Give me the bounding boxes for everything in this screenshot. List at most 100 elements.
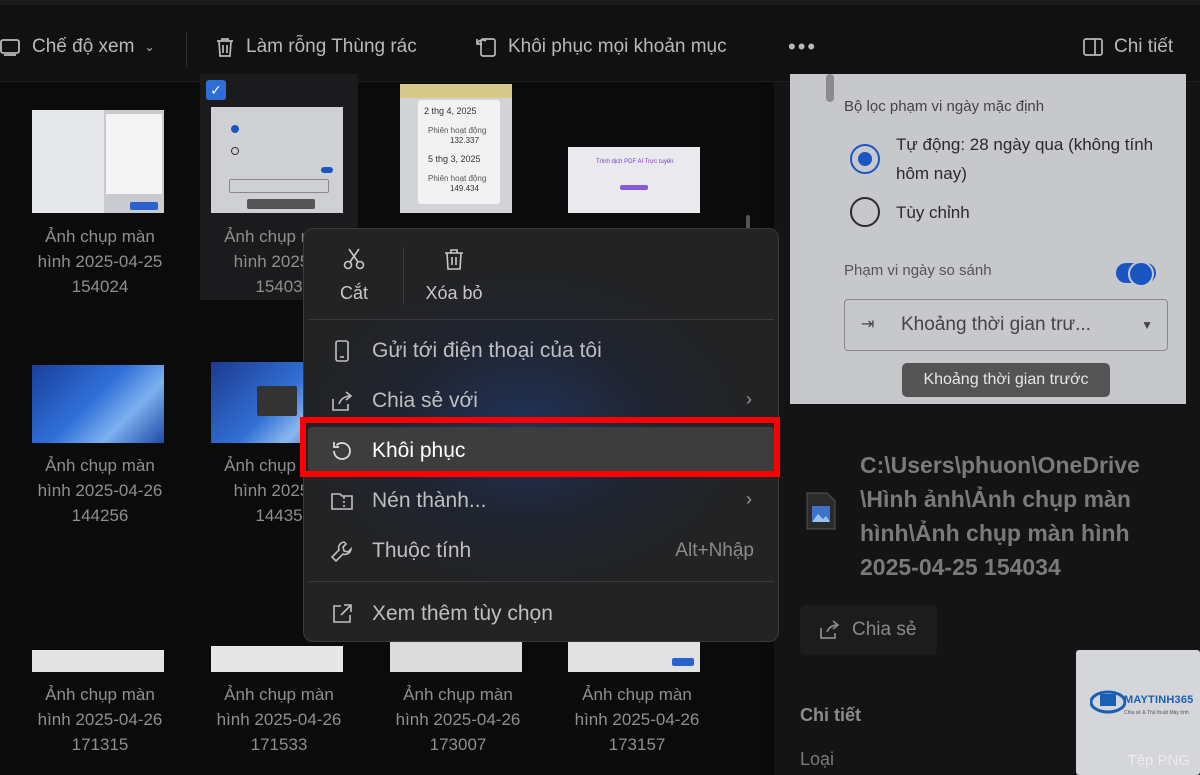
file-name: Ảnh chụp màn hình 2025-04-25 154024 — [0, 224, 200, 299]
delete-label: Xóa bỏ — [425, 283, 483, 303]
restore-all-label: Khôi phục mọi khoản mục — [508, 36, 727, 57]
menu-item-compress[interactable]: Nén thành... › — [308, 477, 774, 525]
radio-auto — [850, 144, 880, 174]
file-name: Ảnh chụp màn hình 2025-04-26 144256 — [0, 453, 200, 528]
watermark-logo: MAYTINH365 Chia sẻ & Thủ thuật Máy tính … — [1076, 650, 1200, 775]
thumb-text: 149.434 — [450, 184, 479, 193]
caption-line: hình 2025-04-26 — [395, 710, 521, 729]
caret-down-icon: ▼ — [1141, 318, 1153, 332]
path-line: C:\Users\phuon\OneDrive — [860, 452, 1140, 478]
file-name: Ảnh chụp màn hình 2025-04-26 173157 — [537, 682, 737, 757]
details-heading: Chi tiết — [800, 705, 861, 725]
menu-item-label: Thuộc tính — [372, 539, 472, 562]
file-name: Ảnh chụp màn hình 2025-04-26 173007 — [358, 682, 558, 757]
empty-bin-button[interactable]: Làm rỗng Thùng rác — [214, 30, 417, 64]
caption-line: Ảnh chụp màn — [45, 456, 155, 475]
cut-button[interactable]: Cắt — [314, 247, 394, 304]
type-label: Loại — [800, 749, 835, 769]
path-line: \Hình ảnh\Ảnh chụp màn — [860, 486, 1131, 512]
view-mode-icon — [0, 39, 20, 56]
share-button[interactable]: Chia sẻ — [800, 605, 937, 655]
compare-arrows-icon: ⇥ — [861, 316, 875, 333]
menu-divider — [308, 581, 774, 582]
share-label: Chia sẻ — [852, 619, 917, 640]
empty-bin-label: Làm rỗng Thùng rác — [246, 36, 417, 57]
caption-line: 173157 — [608, 735, 666, 754]
file-preview: Bộ lọc phạm vi ngày mặc định Tự động: 28… — [790, 74, 1186, 404]
preview-scrollbar — [826, 74, 834, 102]
menu-divider — [308, 319, 774, 320]
caption-line: Ảnh chụp màn — [45, 685, 155, 704]
zip-folder-icon — [331, 493, 353, 510]
trash-icon — [445, 249, 463, 270]
menu-item-label: Chia sẻ với — [372, 389, 478, 412]
highlight-annotation — [300, 417, 780, 477]
menu-item-label: Nén thành... — [372, 489, 487, 512]
radio-custom — [850, 197, 880, 227]
chevron-right-icon: › — [746, 489, 752, 509]
wrench-icon — [330, 541, 353, 563]
path-line: 2025-04-25 154034 — [860, 554, 1061, 580]
caption-line: hình 2025-04-26 — [37, 710, 163, 729]
selection-checkbox[interactable]: ✓ — [206, 80, 226, 100]
caption-line: hình 2025-04-25 — [37, 252, 163, 271]
view-mode-label: Chế độ xem — [32, 36, 135, 57]
caption-line: hình 2025-04-26 — [37, 481, 163, 500]
open-external-icon — [333, 604, 352, 623]
thumbnail — [211, 107, 343, 213]
preview-auto-desc: : 28 ngày qua (không tính — [960, 135, 1154, 154]
thumb-text: Phiên hoạt động — [428, 174, 487, 183]
preview-tooltip: Khoảng thời gian trước — [902, 363, 1110, 397]
preview-select-value: Khoảng thời gian trư... — [901, 314, 1091, 335]
preview-auto-text: Tự động: 28 ngày qua (không tính — [896, 130, 1153, 159]
chevron-down-icon: ⌄ — [144, 40, 155, 54]
thumb-text: Trình dịch PDF AI Trực tuyến — [596, 159, 674, 165]
phone-icon — [335, 340, 349, 362]
thumb-text: 132.337 — [450, 136, 479, 145]
caption-line: Ảnh chụp màn — [582, 685, 692, 704]
file-type-value: Tệp PNG — [1127, 752, 1190, 769]
share-icon — [820, 620, 840, 639]
menu-item-send-phone[interactable]: Gửi tới điện thoại của tôi — [308, 327, 774, 375]
toggle-icon — [1116, 261, 1156, 287]
caption-line: 144256 — [71, 506, 129, 525]
file-path: C:\Users\phuon\OneDrive \Hình ảnh\Ảnh ch… — [860, 448, 1180, 584]
more-options-button[interactable]: ••• — [788, 34, 817, 60]
caption-line: 171533 — [250, 735, 308, 754]
restore-all-button[interactable]: Khôi phục mọi khoản mục — [476, 30, 727, 64]
thumb-text: Phiên hoạt động — [428, 126, 487, 135]
monitor-logo-icon — [1090, 690, 1126, 714]
delete-button[interactable]: Xóa bỏ — [414, 247, 494, 304]
cut-label: Cắt — [339, 283, 368, 303]
details-toggle-button[interactable]: Chi tiết — [1082, 30, 1173, 64]
file-name: Ảnh chụp màn hình 2025-04-26 171533 — [179, 682, 379, 757]
thumbnail — [568, 640, 700, 672]
scissors-icon — [343, 248, 365, 270]
quick-divider — [403, 247, 404, 305]
thumbnail — [32, 650, 164, 672]
file-name: Ảnh chụp màn hình 2025-04-26 171315 — [0, 682, 200, 757]
caption-line: Ảnh chụp màn — [403, 685, 513, 704]
preview-title: Bộ lọc phạm vi ngày mặc định — [844, 98, 1045, 115]
toolbar-divider — [186, 31, 187, 67]
preview-compare: Phạm vi ngày so sánh — [844, 262, 992, 279]
logo-tagline: Chia sẻ & Thủ thuật Máy tính — [1124, 710, 1189, 716]
thumbnail — [32, 110, 164, 213]
view-mode-button[interactable]: Chế độ xem ⌄ — [0, 30, 155, 64]
caption-line: Ảnh chụp màn — [224, 685, 334, 704]
shortcut-label: Alt+Nhập — [675, 540, 754, 561]
thumbnail: 2 thg 4, 2025 Phiên hoạt động 132.337 5 … — [400, 84, 512, 213]
thumb-text: 5 thg 3, 2025 — [428, 154, 481, 164]
caption-line: Ảnh chụp màn — [45, 227, 155, 246]
image-file-icon — [806, 492, 836, 530]
menu-item-properties[interactable]: Thuộc tính Alt+Nhập — [308, 527, 774, 575]
caption-line: 171315 — [71, 735, 129, 754]
caption-line: hình 2025-04-26 — [216, 710, 342, 729]
caption-line: hình 2025-04-26 — [574, 710, 700, 729]
path-line: hình\Ảnh chụp màn hình — [860, 520, 1130, 546]
menu-item-more-options[interactable]: Xem thêm tùy chọn — [308, 590, 774, 638]
share-icon — [332, 391, 353, 411]
chevron-right-icon: › — [746, 389, 752, 409]
preview-select: ⇥ Khoảng thời gian trư... ▼ — [844, 299, 1168, 351]
preview-auto-label: Tự động — [896, 135, 961, 154]
